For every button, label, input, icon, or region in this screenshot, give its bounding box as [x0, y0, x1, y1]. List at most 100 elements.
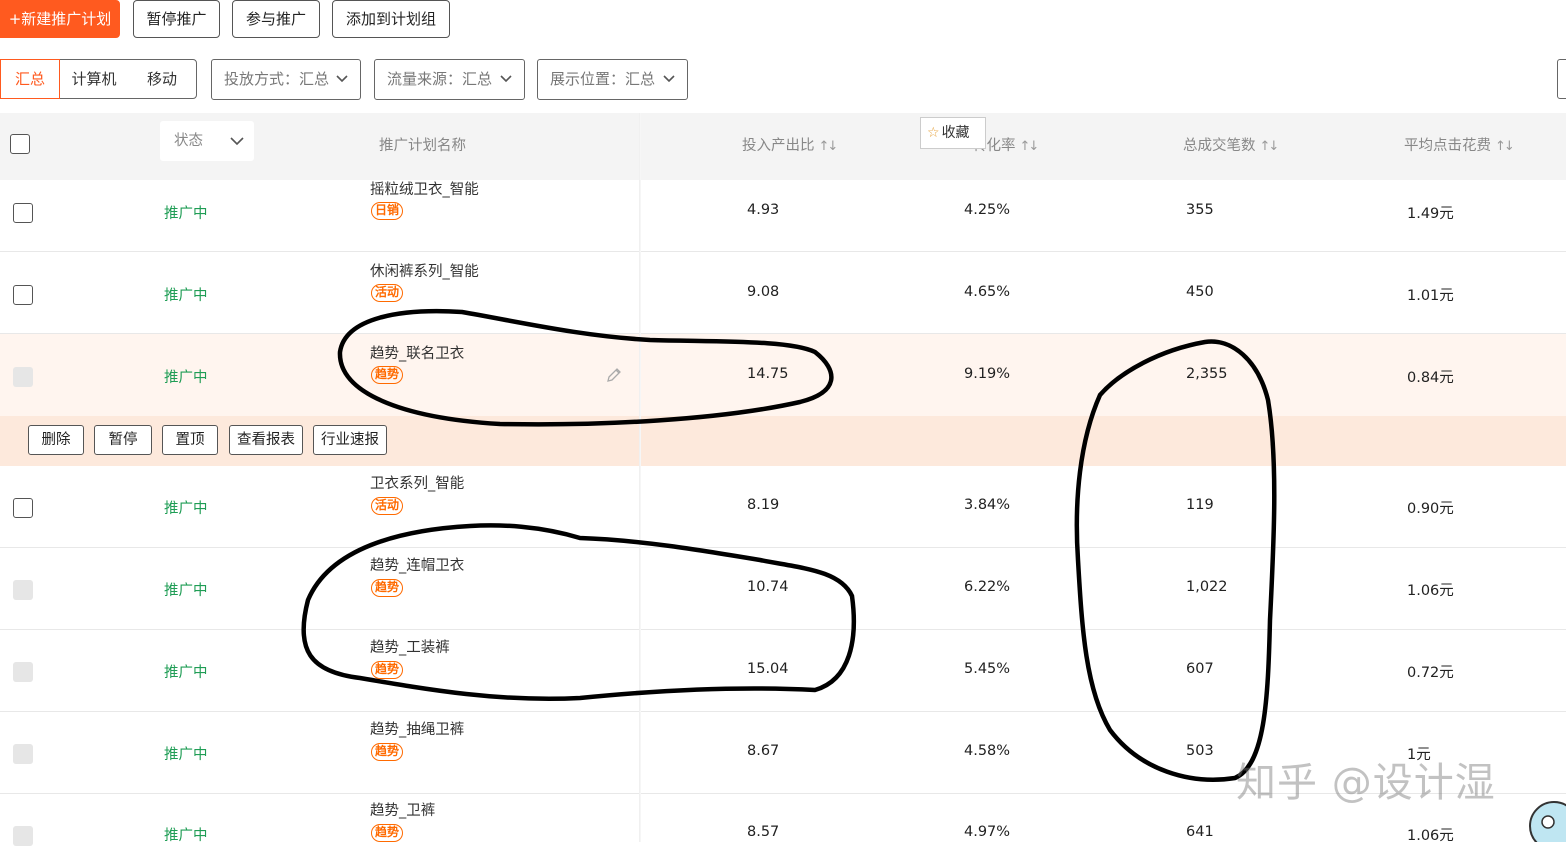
row-checkbox[interactable] [13, 744, 33, 764]
sort-icon: ↑↓ [1259, 139, 1280, 154]
join-promotion-button[interactable]: 参与推广 [232, 0, 320, 38]
name-header: 推广计划名称 [379, 138, 466, 154]
favorite-button[interactable]: ☆ 收藏 [920, 117, 986, 149]
pause-promotion-button[interactable]: 暂停推广 [133, 0, 220, 38]
select-all-checkbox[interactable] [10, 134, 30, 154]
chevron-down-icon [336, 75, 348, 83]
orders-value: 641 [1186, 824, 1214, 840]
status-filter-dropdown[interactable]: 状态 [160, 121, 254, 161]
chevron-down-icon [500, 75, 512, 83]
plan-tag: 趋势 [371, 366, 404, 384]
tab-summary[interactable]: 汇总 [0, 59, 60, 99]
chevron-down-icon [230, 137, 244, 146]
status-text: 推广中 [164, 583, 208, 599]
row-checkbox[interactable] [13, 662, 33, 682]
sort-icon: ↑↓ [1495, 139, 1515, 154]
table-row[interactable]: 推广中 卫衣系列_智能 活动 8.19 3.84% 119 0.90元 [0, 466, 1566, 548]
plan-name[interactable]: 卫衣系列_智能 [370, 472, 464, 493]
cpc-header-label: 平均点击花费 [1404, 138, 1491, 154]
orders-header[interactable]: 总成交笔数 ↑↓ [1183, 113, 1280, 180]
chevron-down-icon [663, 75, 675, 83]
cpc-value: 0.90元 [1407, 501, 1454, 517]
plan-tag: 日销 [371, 202, 404, 220]
row-checkbox[interactable] [13, 826, 33, 846]
table-row[interactable]: 推广中 休闲裤系列_智能 活动 9.08 4.65% 450 1.01元 [0, 252, 1566, 334]
table-row[interactable]: 推广中 趋势_工装裤 趋势 15.04 5.45% 607 0.72元 [0, 630, 1566, 712]
cvr-value: 4.25% [964, 202, 1011, 218]
cpc-header[interactable]: 平均点击花费 ↑↓ [1404, 113, 1515, 180]
roi-value: 8.57 [747, 824, 780, 840]
orders-value: 355 [1186, 202, 1214, 218]
more-filter-button[interactable] [1557, 59, 1566, 99]
edit-pencil-icon[interactable] [605, 366, 623, 384]
cpc-value: 1.01元 [1407, 288, 1454, 304]
cvr-value: 6.22% [964, 579, 1011, 595]
table-row[interactable]: 推广中 趋势_联名卫衣 趋势 14.75 9.19% 2,355 0.84元 [0, 334, 1566, 416]
orders-value: 2,355 [1186, 366, 1228, 382]
status-text: 推广中 [164, 747, 208, 763]
delivery-dropdown-label: 投放方式：汇总 [224, 70, 330, 88]
cvr-value: 9.19% [964, 366, 1011, 382]
plan-name[interactable]: 趋势_连帽卫衣 [370, 554, 464, 575]
table-row[interactable]: 推广中 趋势_连帽卫衣 趋势 10.74 6.22% 1,022 1.06元 [0, 548, 1566, 630]
pin-top-button[interactable]: 置顶 [162, 425, 218, 455]
status-text: 推广中 [164, 501, 208, 517]
sort-icon: ↑↓ [818, 139, 839, 154]
plan-name[interactable]: 趋势_抽绳卫裤 [370, 718, 464, 739]
cpc-value: 0.72元 [1407, 665, 1454, 681]
cvr-value: 4.58% [964, 743, 1011, 759]
row-checkbox[interactable] [13, 580, 33, 600]
row-checkbox[interactable] [13, 498, 33, 518]
tab-computer[interactable]: 计算机 [60, 60, 128, 98]
row-checkbox[interactable] [13, 367, 33, 387]
new-plan-button[interactable]: +新建推广计划 [0, 0, 120, 38]
cvr-value: 5.45% [964, 661, 1011, 677]
roi-value: 15.04 [747, 661, 789, 677]
cpc-value: 1.06元 [1407, 583, 1454, 599]
plan-tag: 趋势 [371, 824, 404, 842]
plan-name[interactable]: 趋势_联名卫衣 [370, 342, 464, 363]
orders-value: 607 [1186, 661, 1214, 677]
status-text: 推广中 [164, 206, 208, 222]
row-checkbox[interactable] [13, 285, 33, 305]
traffic-dropdown[interactable]: 流量来源：汇总 [374, 59, 525, 100]
add-to-group-button[interactable]: 添加到计划组 [332, 0, 450, 38]
orders-value: 119 [1186, 497, 1214, 513]
row-action-bar: 删除 暂停 置顶 查看报表 行业速报 [0, 416, 1566, 466]
plan-tag: 趋势 [371, 743, 404, 761]
view-report-button[interactable]: 查看报表 [229, 425, 303, 455]
cpc-value: 1.49元 [1407, 206, 1454, 222]
status-text: 推广中 [164, 370, 208, 386]
plan-tag: 活动 [371, 284, 404, 302]
plan-name[interactable]: 趋势_工装裤 [370, 636, 450, 657]
position-dropdown[interactable]: 展示位置：汇总 [537, 59, 688, 100]
row-checkbox[interactable] [13, 203, 33, 223]
tab-mobile[interactable]: 移动 [128, 60, 196, 98]
plan-tag: 趋势 [371, 661, 404, 679]
industry-report-button[interactable]: 行业速报 [313, 425, 387, 455]
roi-value: 14.75 [747, 366, 789, 382]
star-icon: ☆ [927, 125, 940, 141]
roi-header[interactable]: 投入产出比 ↑↓ [742, 113, 839, 180]
cvr-value: 4.97% [964, 824, 1011, 840]
position-dropdown-label: 展示位置：汇总 [550, 70, 656, 88]
delivery-dropdown[interactable]: 投放方式：汇总 [211, 59, 361, 100]
table-row[interactable]: 推广中 摇粒绒卫衣_智能 日销 4.93 4.25% 355 1.49元 [0, 180, 1566, 252]
table-header: 状态 推广计划名称 投入产出比 ↑↓ 转化率 ↑↓ 总成交笔数 ↑↓ 平均点击花费 ↑↓ [0, 113, 1566, 180]
plan-tag: 趋势 [371, 579, 404, 597]
status-header: 状态 [174, 133, 203, 149]
delete-button[interactable]: 删除 [28, 425, 84, 455]
plan-name[interactable]: 摇粒绒卫衣_智能 [370, 178, 479, 199]
fixed-column-divider [639, 113, 641, 842]
plan-name[interactable]: 趋势_卫裤 [370, 799, 435, 820]
mascot-icon [1529, 801, 1566, 842]
plan-name[interactable]: 休闲裤系列_智能 [370, 260, 479, 281]
pause-button[interactable]: 暂停 [94, 425, 152, 455]
roi-value: 10.74 [747, 579, 789, 595]
orders-value: 1,022 [1186, 579, 1228, 595]
orders-value: 503 [1186, 743, 1214, 759]
status-text: 推广中 [164, 288, 208, 304]
plan-tag: 活动 [371, 497, 404, 515]
favorite-label: 收藏 [941, 125, 970, 141]
cpc-value: 0.84元 [1407, 370, 1454, 386]
